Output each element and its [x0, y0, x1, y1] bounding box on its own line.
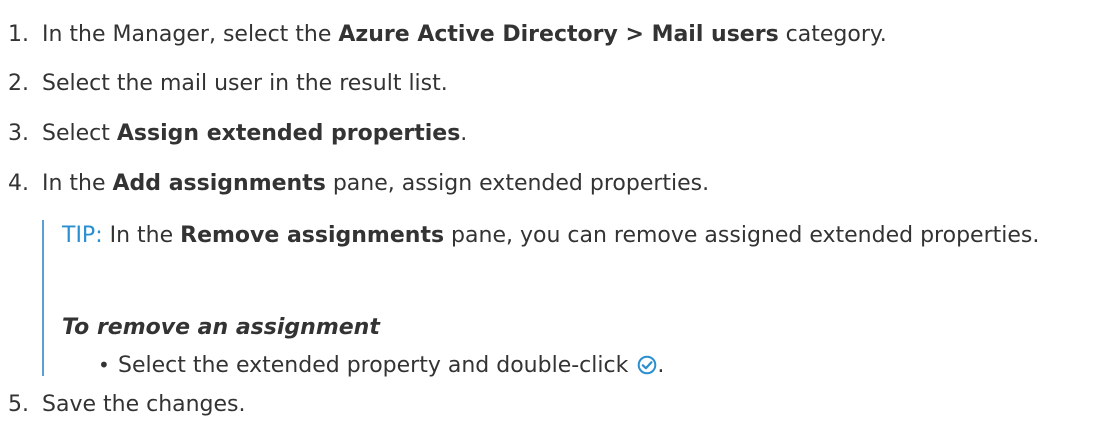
tip-box: TIP: In the Remove assignments pane, you… — [42, 220, 1084, 378]
step-text-bold: Add assignments — [112, 171, 326, 196]
step-text-post: pane, assign extended properties. — [325, 171, 710, 196]
step-text-pre: In the Manager, select the — [42, 22, 339, 47]
step-text-bold: Azure Active Directory > Mail users — [338, 22, 779, 47]
bullet-dot: • — [98, 353, 110, 377]
step-number: 3. — [8, 121, 29, 146]
procedure-bullet: • Select the extended property and double… — [98, 350, 664, 381]
tip-label: TIP: — [62, 223, 103, 248]
bullet-text: Select the extended property and double-… — [118, 353, 629, 378]
check-circle-icon — [638, 355, 657, 375]
step-number: 4. — [8, 171, 29, 196]
tip-text: TIP: In the Remove assignments pane, you… — [62, 220, 1072, 252]
step-2: 2. Select the mail user in the result lis… — [8, 69, 448, 99]
bullet-end: . — [657, 353, 665, 378]
step-text-post: category. — [778, 22, 887, 47]
step-text: Select the mail user in the result list. — [42, 71, 448, 96]
step-number: 1. — [8, 22, 29, 47]
step-text: In the Manager, select the Azure Active … — [42, 22, 887, 47]
step-text: In the Add assignments pane, assign exte… — [42, 171, 709, 196]
tip-text-pre: In the — [102, 223, 181, 248]
step-1: 1. In the Manager, select the Azure Activ… — [8, 20, 887, 50]
step-4: 4. In the Add assignments pane, assign ex… — [8, 169, 709, 199]
step-text-post: . — [460, 121, 468, 146]
step-text: Save the changes. — [42, 392, 246, 417]
step-text-bold: Assign extended properties — [116, 121, 461, 146]
step-number: 2. — [8, 71, 29, 96]
step-5: 5. Save the changes. — [8, 390, 246, 420]
procedure-heading: To remove an assignment — [62, 315, 380, 340]
step-3: 3. Select Assign extended properties. — [8, 119, 467, 149]
step-number: 5. — [8, 392, 29, 417]
tip-text-bold: Remove assignments — [180, 223, 445, 248]
step-text-pre: In the — [42, 171, 113, 196]
tip-text-post: pane, you can remove assigned extended p… — [444, 223, 1040, 248]
step-text-pre: Select — [42, 121, 117, 146]
step-text: Select Assign extended properties. — [42, 121, 467, 146]
